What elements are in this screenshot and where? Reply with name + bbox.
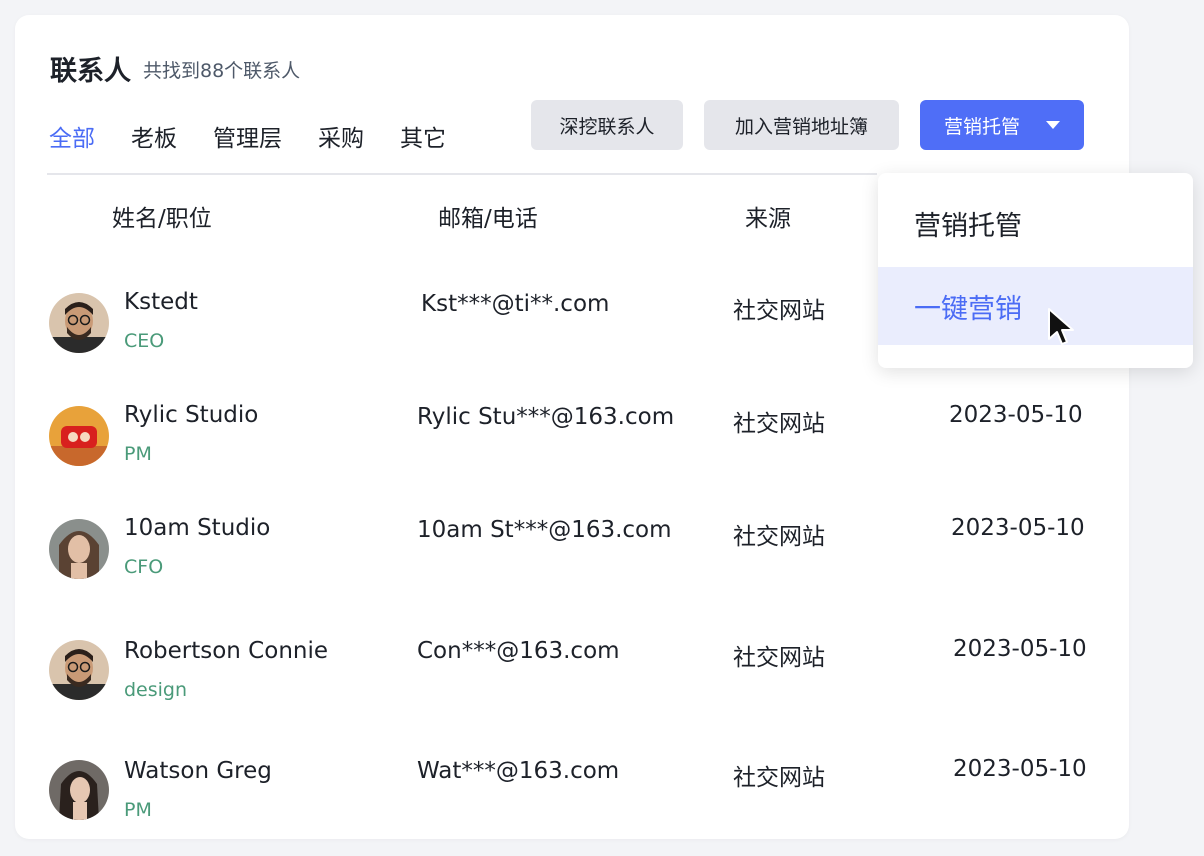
contacts-card: 联系人 共找到88个联系人 全部 老板 管理层 采购 其它 深挖联系人 加入营销… — [15, 15, 1129, 839]
tab-all[interactable]: 全部 — [49, 119, 95, 153]
contact-role: CFO — [124, 556, 164, 578]
contact-date: 2023-05-10 — [949, 402, 1083, 428]
tab-management[interactable]: 管理层 — [213, 119, 282, 153]
add-to-address-book-button[interactable]: 加入营销地址簿 — [704, 100, 899, 150]
contact-name: 10am Studio — [124, 515, 271, 541]
dig-contacts-label: 深挖联系人 — [559, 115, 655, 138]
contact-role: design — [124, 679, 188, 701]
header-divider — [47, 173, 877, 175]
filter-tabs: 全部 老板 管理层 采购 其它 — [49, 119, 482, 153]
table-row[interactable]: Rylic Studio PM Rylic Stu***@163.com 社交网… — [15, 388, 1129, 498]
contact-email: Rylic Stu***@163.com — [417, 404, 675, 430]
marketing-dropdown-button[interactable]: 营销托管 — [920, 100, 1084, 150]
avatar — [49, 640, 109, 700]
tab-procurement[interactable]: 采购 — [318, 119, 364, 153]
contact-source: 社交网站 — [733, 298, 825, 324]
menu-item-marketing-hosting[interactable]: 营销托管 — [878, 184, 1193, 262]
contact-date: 2023-05-10 — [953, 636, 1087, 662]
contact-email: Kst***@ti**.com — [421, 291, 610, 317]
table-row[interactable]: Watson Greg PM Wat***@163.com 社交网站 2023-… — [15, 742, 1129, 839]
contact-role: PM — [124, 443, 152, 465]
avatar — [49, 293, 109, 353]
caret-down-icon — [1046, 121, 1060, 129]
avatar — [49, 760, 109, 820]
result-count: 共找到88个联系人 — [143, 60, 301, 82]
avatar — [49, 406, 109, 466]
contact-date: 2023-05-10 — [951, 515, 1085, 541]
contact-source: 社交网站 — [733, 411, 825, 437]
contact-name: Watson Greg — [124, 758, 272, 784]
table-row[interactable]: Robertson Connie design Con***@163.com 社… — [15, 622, 1129, 732]
contact-source: 社交网站 — [733, 765, 825, 791]
contact-source: 社交网站 — [733, 524, 825, 550]
contact-email: Wat***@163.com — [417, 758, 620, 784]
marketing-dropdown-menu: 营销托管 一键营销 — [878, 173, 1193, 368]
contact-email: 10am St***@163.com — [417, 517, 672, 543]
contact-name: Robertson Connie — [124, 638, 329, 664]
menu-item-one-click-marketing[interactable]: 一键营销 — [878, 267, 1193, 345]
tab-other[interactable]: 其它 — [400, 119, 446, 153]
contact-email: Con***@163.com — [417, 638, 620, 664]
avatar — [49, 519, 109, 579]
dig-contacts-button[interactable]: 深挖联系人 — [531, 100, 683, 150]
column-header-contact: 邮箱/电话 — [438, 206, 538, 232]
contact-name: Rylic Studio — [124, 402, 259, 428]
contact-date: 2023-05-10 — [953, 756, 1087, 782]
table-row[interactable]: 10am Studio CFO 10am St***@163.com 社交网站 … — [15, 501, 1129, 611]
add-to-address-book-label: 加入营销地址簿 — [734, 115, 868, 138]
contact-source: 社交网站 — [733, 645, 825, 671]
mouse-cursor-icon — [1048, 308, 1074, 345]
page-title: 联系人 — [50, 56, 131, 87]
tab-boss[interactable]: 老板 — [131, 119, 177, 153]
contact-role: PM — [124, 799, 152, 821]
contact-role: CEO — [124, 330, 165, 352]
marketing-dropdown-label: 营销托管 — [943, 115, 1020, 138]
contact-name: Kstedt — [124, 289, 198, 315]
column-header-source: 来源 — [745, 206, 791, 232]
column-header-name: 姓名/职位 — [112, 206, 212, 232]
